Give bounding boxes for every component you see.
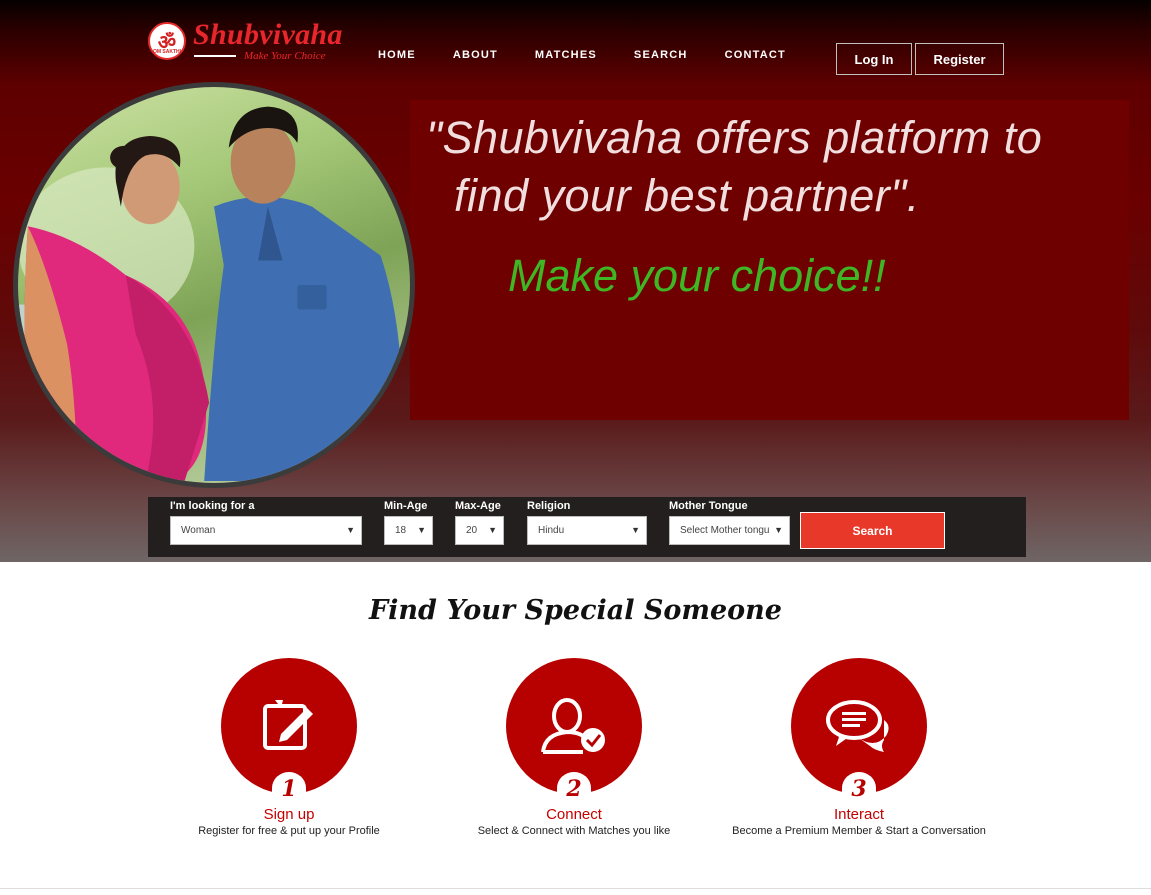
auth-buttons: Log In Register [836,43,1004,75]
chevron-down-icon: ▼ [346,525,355,535]
quick-search-bar: I'm looking for a Woman ▼ Min-Age 18 ▼ M… [148,497,1026,557]
register-button[interactable]: Register [915,43,1004,75]
brand-logo[interactable]: ॐ OM SAKTHI Shubvivaha Make Your Choice [148,18,348,65]
step-title: Interact [833,806,885,823]
looking-for-value: Woman [181,525,216,536]
step-circle: 2 [506,658,642,804]
min-age-value: 18 [395,525,407,536]
step-number: 1 [272,772,306,804]
min-age-label: Min-Age [384,500,428,512]
step-signup[interactable]: 1 Sign up Register for free & put up you… [139,658,439,837]
max-age-value: 20 [466,525,478,536]
section-title: Find Your Special Someone [368,595,782,626]
chat-icon [826,700,889,752]
edit-icon [263,700,313,750]
looking-for-select[interactable]: Woman ▼ [170,516,362,545]
divider [0,888,1151,889]
couple-photo [13,82,415,488]
step-description: Select & Connect with Matches you like [477,825,671,837]
step-circle: 3 [791,658,927,804]
mother-tongue-label: Mother Tongue [669,500,748,512]
chevron-down-icon: ▼ [488,525,497,535]
step-interact[interactable]: 3 Interact Become a Premium Member & Sta… [709,658,1009,837]
max-age-select[interactable]: 20 ▼ [455,516,504,545]
step-circle: 1 [221,658,357,804]
min-age-select[interactable]: 18 ▼ [384,516,433,545]
hero-quote-line2: find your best partner". [454,170,920,221]
step-number: 2 [557,772,591,804]
search-button[interactable]: Search [800,512,945,549]
nav-home[interactable]: HOME [378,49,416,61]
nav-search[interactable]: SEARCH [634,49,688,61]
religion-value: Hindu [538,525,565,536]
chevron-down-icon: ▼ [417,525,426,535]
couple-illustration [18,106,403,482]
brand-tagline: Make Your Choice [244,50,326,62]
step-description: Become a Premium Member & Start a Conver… [732,825,986,837]
step-description: Register for free & put up your Profile [198,825,380,837]
chevron-down-icon: ▼ [774,525,783,535]
religion-label: Religion [527,500,571,512]
om-badge-icon: ॐ OM SAKTHI [148,22,186,60]
step-number: 3 [842,772,876,804]
nav-contact[interactable]: CONTACT [725,49,786,61]
hero-choice-text: Make your choice!! [508,250,886,301]
divider [194,55,236,57]
nav-matches[interactable]: MATCHES [535,49,597,61]
looking-for-label: I'm looking for a [170,500,255,512]
nav-about[interactable]: ABOUT [453,49,498,61]
step-connect[interactable]: 2 Connect Select & Connect with Matches … [424,658,724,837]
mother-tongue-select[interactable]: Select Mother tongu ▼ [669,516,790,545]
mother-tongue-placeholder: Select Mother tongu [680,525,770,536]
religion-select[interactable]: Hindu ▼ [527,516,647,545]
main-nav: HOME ABOUT MATCHES SEARCH CONTACT [378,49,823,61]
login-button[interactable]: Log In [836,43,912,75]
hero-quote-box: "Shubvivaha offers platform to find your… [410,100,1129,420]
step-title: Sign up [263,806,315,823]
hero-quote-line1: "Shubvivaha offers platform to [426,112,1043,163]
max-age-label: Max-Age [455,500,501,512]
hero-section: ॐ OM SAKTHI Shubvivaha Make Your Choice H… [0,0,1151,562]
chevron-down-icon: ▼ [631,525,640,535]
user-check-icon [541,698,605,754]
step-title: Connect [546,806,602,823]
brand-name: Shubvivaha [193,18,343,51]
